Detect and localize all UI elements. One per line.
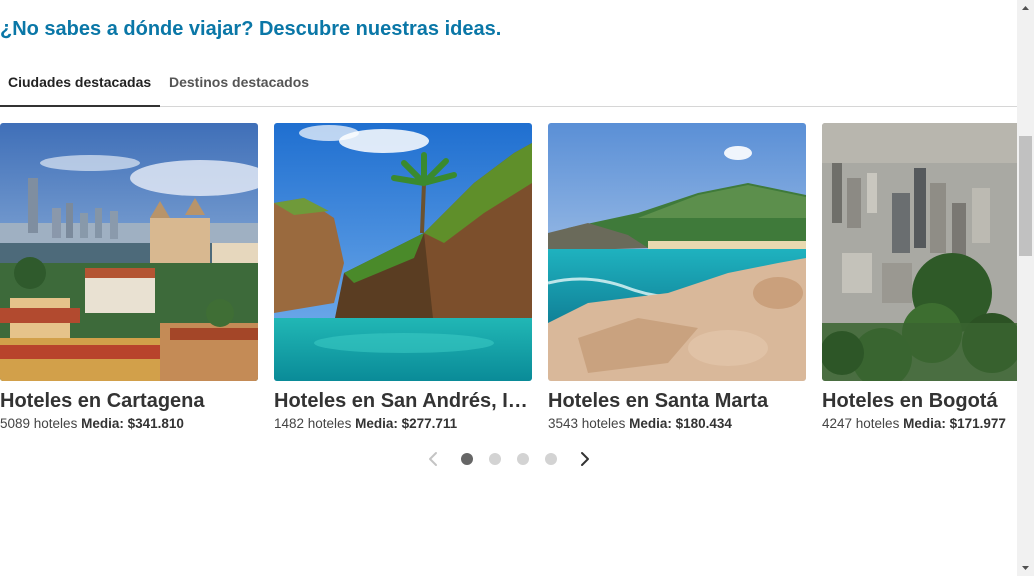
chevron-right-icon bbox=[581, 452, 589, 466]
tab-featured-cities[interactable]: Ciudades destacadas bbox=[0, 60, 160, 107]
hotel-count: 5089 hoteles bbox=[0, 416, 78, 431]
previous-arrow-button[interactable] bbox=[423, 448, 445, 470]
scroll-down-icon bbox=[1022, 566, 1029, 570]
card-meta: 5089 hoteles Media: $341.810 bbox=[0, 416, 258, 431]
page-scrollbar[interactable] bbox=[1017, 0, 1034, 576]
carousel-pager bbox=[420, 448, 600, 470]
average-label: Media: bbox=[629, 416, 672, 431]
destination-card-bogota[interactable]: Hoteles en Bogotá 4247 hoteles Media: $1… bbox=[822, 123, 1017, 431]
card-meta: 1482 hoteles Media: $277.711 bbox=[274, 416, 532, 431]
scroll-up-button[interactable] bbox=[1017, 0, 1034, 17]
pager-dot-3[interactable] bbox=[517, 453, 529, 465]
card-title: Hoteles en Bogotá bbox=[822, 390, 998, 412]
destination-card-santa-marta[interactable]: Hoteles en Santa Marta 3543 hoteles Medi… bbox=[548, 123, 806, 431]
hotel-count: 4247 hoteles bbox=[822, 416, 900, 431]
card-title: Hoteles en San Andrés, Isla de San André… bbox=[274, 390, 532, 412]
destination-card-cartagena[interactable]: Hoteles en Cartagena 5089 hoteles Media:… bbox=[0, 123, 258, 431]
chevron-left-icon bbox=[429, 452, 437, 466]
average-label: Media: bbox=[355, 416, 398, 431]
santa-marta-image bbox=[548, 123, 806, 381]
card-title: Hoteles en Cartagena bbox=[0, 390, 205, 412]
average-price: $341.810 bbox=[127, 416, 184, 431]
hotel-count: 1482 hoteles bbox=[274, 416, 352, 431]
cartagena-image bbox=[0, 123, 258, 381]
scroll-up-icon bbox=[1022, 6, 1029, 10]
card-meta: 4247 hoteles Media: $171.977 bbox=[822, 416, 1017, 431]
average-price: $171.977 bbox=[949, 416, 1006, 431]
section-heading: ¿No sabes a dónde viajar? Descubre nuest… bbox=[0, 18, 502, 40]
scrollbar-thumb[interactable] bbox=[1019, 136, 1032, 256]
bogota-image bbox=[822, 123, 1017, 381]
average-price: $277.711 bbox=[401, 416, 458, 431]
average-price: $180.434 bbox=[675, 416, 732, 431]
tab-bar: Ciudades destacadas Destinos destacados bbox=[0, 60, 1017, 107]
average-label: Media: bbox=[903, 416, 946, 431]
card-meta: 3543 hoteles Media: $180.434 bbox=[548, 416, 806, 431]
tab-featured-destinations[interactable]: Destinos destacados bbox=[169, 60, 309, 107]
hotel-count: 3543 hoteles bbox=[548, 416, 626, 431]
page: ¿No sabes a dónde viajar? Descubre nuest… bbox=[0, 0, 1017, 576]
pager-dot-4[interactable] bbox=[545, 453, 557, 465]
card-title: Hoteles en Santa Marta bbox=[548, 390, 769, 412]
scroll-down-button[interactable] bbox=[1017, 559, 1034, 576]
average-label: Media: bbox=[81, 416, 124, 431]
pager-dot-2[interactable] bbox=[489, 453, 501, 465]
destination-card-san-andres[interactable]: Hoteles en San Andrés, Isla de San André… bbox=[274, 123, 532, 431]
next-arrow-button[interactable] bbox=[573, 448, 595, 470]
pager-dot-1[interactable] bbox=[461, 453, 473, 465]
san-andres-image bbox=[274, 123, 532, 381]
